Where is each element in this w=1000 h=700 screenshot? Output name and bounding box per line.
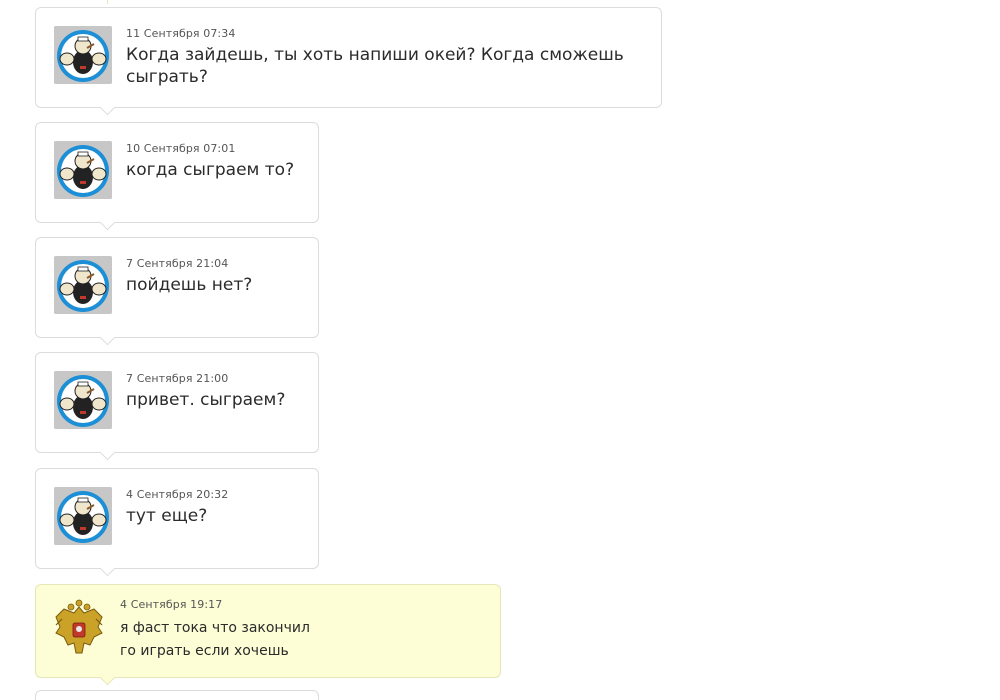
message-timestamp: 7 Сентября 21:00 <box>126 372 229 385</box>
message-text: привет. сыграем? <box>126 389 300 411</box>
message-timestamp: 11 Сентября 07:34 <box>126 27 236 40</box>
popeye-icon[interactable] <box>54 487 112 545</box>
message-line: привет. сыграем? <box>126 390 286 410</box>
message-timestamp: 4 Сентября 20:32 <box>126 488 229 501</box>
message-line: го играть если хочешь <box>120 643 289 659</box>
message-timestamp: 10 Сентября 07:01 <box>126 142 236 155</box>
message-item-own: 4 Сентября 19:17 я фаст тока что закончи… <box>35 584 501 678</box>
message-thread: 11 Сентября 07:34 Когда зайдешь, ты хоть… <box>0 0 1000 700</box>
message-text: пойдешь нет? <box>126 274 300 296</box>
message-item: 7 Сентября 21:04 пойдешь нет? <box>35 237 319 338</box>
message-line: сыграть? <box>126 67 208 87</box>
message-text: тут еще? <box>126 505 300 527</box>
message-item: 10 Сентября 07:01 когда сыграем то? <box>35 122 319 223</box>
message-text: Когда зайдешь, ты хоть напиши окей? Когд… <box>126 44 643 88</box>
message-line: пойдешь нет? <box>126 275 253 295</box>
russian-coat-of-arms-icon[interactable] <box>50 599 108 659</box>
message-text: когда сыграем то? <box>126 159 300 181</box>
popeye-icon[interactable] <box>54 141 112 199</box>
message-item: 4 Сентября 20:32 тут еще? <box>35 468 319 569</box>
popeye-icon[interactable] <box>54 371 112 429</box>
popeye-icon[interactable] <box>54 26 112 84</box>
message-line: я фаст тока что закончил <box>120 620 310 636</box>
message-text: я фаст тока что закончил го играть если … <box>120 617 482 663</box>
message-line: когда сыграем то? <box>126 160 295 180</box>
message-timestamp: 7 Сентября 21:04 <box>126 257 229 270</box>
message-line: тут еще? <box>126 506 208 526</box>
popeye-icon[interactable] <box>54 256 112 314</box>
message-item: 11 Сентября 07:34 Когда зайдешь, ты хоть… <box>35 7 662 108</box>
thread-top-edge <box>97 0 108 4</box>
message-item-partial <box>35 690 319 700</box>
message-item: 7 Сентября 21:00 привет. сыграем? <box>35 352 319 453</box>
message-line: Когда зайдешь, ты хоть напиши окей? Когд… <box>126 45 624 65</box>
message-timestamp: 4 Сентября 19:17 <box>120 598 223 611</box>
